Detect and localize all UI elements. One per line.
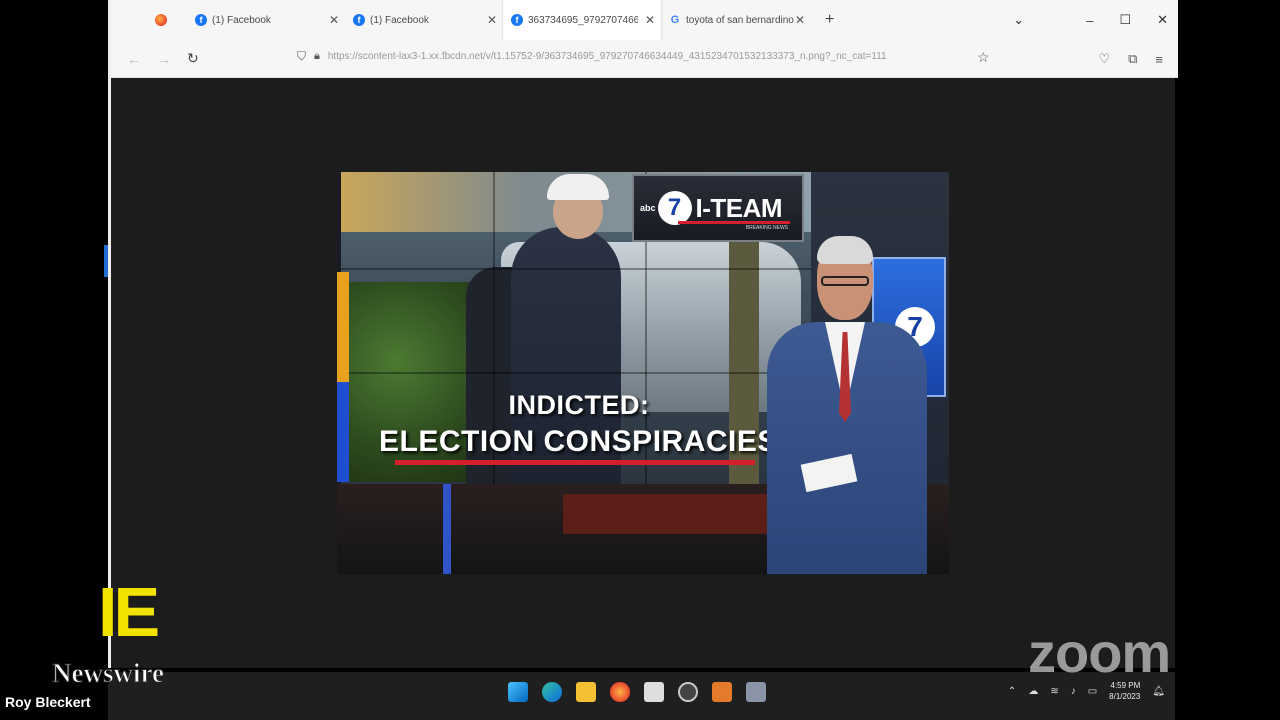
lock-icon[interactable]: 🔒︎ — [314, 50, 320, 63]
tab-image-active[interactable]: f 363734695_979270746634... ✕ — [503, 0, 661, 40]
volume-icon[interactable]: ♪ — [1071, 686, 1076, 697]
firefox-view-icon[interactable] — [155, 14, 167, 26]
close-tab-icon[interactable]: ✕ — [795, 13, 805, 27]
url-text[interactable]: https://scontent-lax3-1.xx.fbcdn.net/v/t… — [328, 51, 958, 62]
windows-start-icon[interactable] — [508, 682, 528, 702]
tab-bar: f (1) Facebook ✕ f (1) Facebook ✕ f 3637… — [111, 0, 1178, 40]
file-explorer-icon[interactable] — [576, 682, 596, 702]
tab-facebook-1[interactable]: f (1) Facebook ✕ — [187, 0, 345, 40]
reload-button[interactable]: ↻ — [187, 50, 201, 67]
pocket-icon[interactable]: ♡ — [1098, 51, 1110, 67]
notification-bell-icon[interactable]: 🔔︎ — [1152, 686, 1165, 697]
newswire-text: Newswire — [52, 658, 165, 689]
cloud-icon[interactable]: ☁ — [1028, 686, 1038, 697]
minimize-button[interactable]: – — [1086, 13, 1093, 28]
facebook-icon: f — [353, 14, 365, 26]
ie-newswire-logo: IE — [98, 573, 160, 651]
google-icon: G — [670, 14, 680, 26]
new-tab-button[interactable]: + — [825, 11, 834, 29]
close-tab-icon[interactable]: ✕ — [645, 13, 655, 27]
forward-button[interactable]: → — [157, 51, 171, 67]
toolbar-right: ♡ ⧉ ≡ — [1098, 40, 1163, 78]
participant-name: Roy Bleckert — [0, 690, 96, 716]
facebook-icon: f — [195, 14, 207, 26]
close-window-button[interactable]: ✕ — [1157, 12, 1168, 28]
bookmark-star-icon[interactable]: ☆ — [977, 49, 990, 66]
news-broadcast-image: abc 7 I-TEAM BREAKING NEWS INDICTED: ELE… — [337, 172, 949, 574]
back-button[interactable]: ← — [127, 51, 141, 67]
facebook-icon: f — [511, 14, 523, 26]
address-bar[interactable]: ⛉ 🔒︎ https://scontent-lax3-1.xx.fbcdn.ne… — [297, 49, 958, 64]
chevron-up-icon[interactable]: ⌃ — [1008, 686, 1016, 697]
close-tab-icon[interactable]: ✕ — [329, 13, 339, 27]
close-tab-icon[interactable]: ✕ — [487, 13, 497, 27]
tab-google-search[interactable]: G toyota of san bernardino - ✕ — [661, 0, 811, 40]
menu-icon[interactable]: ≡ — [1155, 52, 1163, 67]
tab-list-chevron-icon[interactable]: ⌄ — [1013, 12, 1024, 28]
headline: INDICTED: ELECTION CONSPIRACIES — [379, 390, 778, 458]
shield-icon[interactable]: ⛉ — [297, 49, 306, 64]
maximize-button[interactable]: ☐ — [1119, 12, 1131, 28]
taskbar-apps — [508, 682, 766, 702]
media-player-icon[interactable] — [678, 682, 698, 702]
tab-facebook-2[interactable]: f (1) Facebook ✕ — [345, 0, 503, 40]
windows-taskbar: ⌃ ☁ ≋ ♪ ▭ 4:59 PM 8/1/2023 🔔︎ — [108, 672, 1175, 720]
app-icon[interactable] — [712, 682, 732, 702]
wifi-icon[interactable]: ≋ — [1050, 686, 1058, 697]
extensions-icon[interactable]: ⧉ — [1128, 51, 1137, 67]
zoom-logo: zoom — [1028, 621, 1171, 684]
battery-icon[interactable]: ▭ — [1088, 686, 1097, 697]
zoom-share-stage: f (1) Facebook ✕ f (1) Facebook ✕ f 3637… — [0, 0, 1280, 720]
firefox-icon[interactable] — [610, 682, 630, 702]
camera-icon[interactable] — [746, 682, 766, 702]
edge-icon[interactable] — [542, 682, 562, 702]
app-icon[interactable] — [644, 682, 664, 702]
i-team-bug: abc 7 I-TEAM BREAKING NEWS — [632, 174, 804, 242]
window-controls: ⌄ – ☐ ✕ — [1013, 0, 1168, 40]
